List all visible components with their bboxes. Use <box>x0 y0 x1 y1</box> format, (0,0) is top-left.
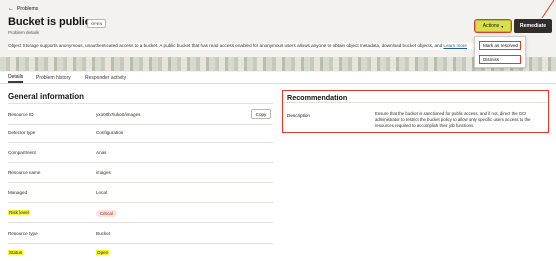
chevron-down-icon: ▾ <box>501 23 504 29</box>
managed-label: Managed <box>8 190 28 195</box>
description-text: Object Storage supports anonymous, unaut… <box>8 43 443 48</box>
recommendation-panel: Recommendation Description Ensure that t… <box>282 90 549 133</box>
actions-button-label: Actions <box>482 23 500 29</box>
resource-name-value[interactable]: images <box>96 170 111 175</box>
detector-type-label: Detector type <box>8 130 36 135</box>
general-information-title: General information <box>8 92 85 101</box>
problem-description: Object Storage supports anonymous, unaut… <box>8 43 478 50</box>
copy-button[interactable]: Copy <box>251 109 271 119</box>
risk-level-badge: Critical <box>96 210 117 217</box>
row-divider <box>8 202 273 203</box>
actions-button[interactable]: Actions ▾ <box>474 19 512 33</box>
section-divider <box>8 103 273 104</box>
recommendation-title: Recommendation <box>287 93 348 102</box>
back-link-label: Problems <box>17 6 39 12</box>
page-header <box>0 0 556 72</box>
actions-dropdown-menu: Mark as resolved Dismiss <box>474 36 526 68</box>
row-divider <box>8 142 273 143</box>
row-divider <box>8 124 273 125</box>
recommendation-description-label: Description <box>287 113 310 118</box>
tab-problem-history[interactable]: Problem history <box>36 73 71 83</box>
row-divider <box>8 243 273 244</box>
resource-type-value: Bucket <box>96 231 111 236</box>
risk-level-label: Risk level <box>8 210 30 215</box>
page-subtitle: Problem details <box>8 30 40 35</box>
row-divider <box>8 222 273 223</box>
resource-type-label: Resource type <box>8 231 38 236</box>
header-decorative-pattern <box>0 57 556 71</box>
tab-details[interactable]: Details <box>8 73 24 83</box>
annotation-line <box>541 0 554 18</box>
status-badge: OPEN <box>87 19 107 28</box>
learn-more-link[interactable]: Learn more <box>443 43 467 48</box>
menu-item-dismiss[interactable]: Dismiss <box>479 55 521 64</box>
row-divider <box>8 182 273 183</box>
recommendation-description-text: Ensure that the bucket is sanctioned for… <box>375 111 531 128</box>
page-title: Bucket is public <box>8 16 91 28</box>
back-to-problems-link[interactable]: ← Problems <box>8 6 38 12</box>
status-label: Status <box>8 250 24 255</box>
row-divider <box>8 162 273 163</box>
detector-type-value: Configuration <box>96 130 124 135</box>
menu-item-mark-as-resolved[interactable]: Mark as resolved <box>479 41 521 50</box>
tab-bar: Details Problem history Responder activi… <box>0 72 556 84</box>
resource-name-label: Resource name <box>8 170 41 175</box>
resource-id-label: Resource ID <box>8 112 34 117</box>
status-value: Open <box>96 250 110 255</box>
managed-value: Local <box>96 190 107 195</box>
resource-id-value: yxo00b7iuko0/images <box>96 112 141 117</box>
tab-responder-activity[interactable]: Responder activity <box>85 73 126 83</box>
back-arrow-icon: ← <box>8 6 14 12</box>
compartment-label: Compartment <box>8 150 36 155</box>
compartment-value[interactable]: Anas <box>96 150 106 155</box>
remediate-button[interactable]: Remediate <box>514 19 552 33</box>
recommendation-divider <box>283 102 548 103</box>
